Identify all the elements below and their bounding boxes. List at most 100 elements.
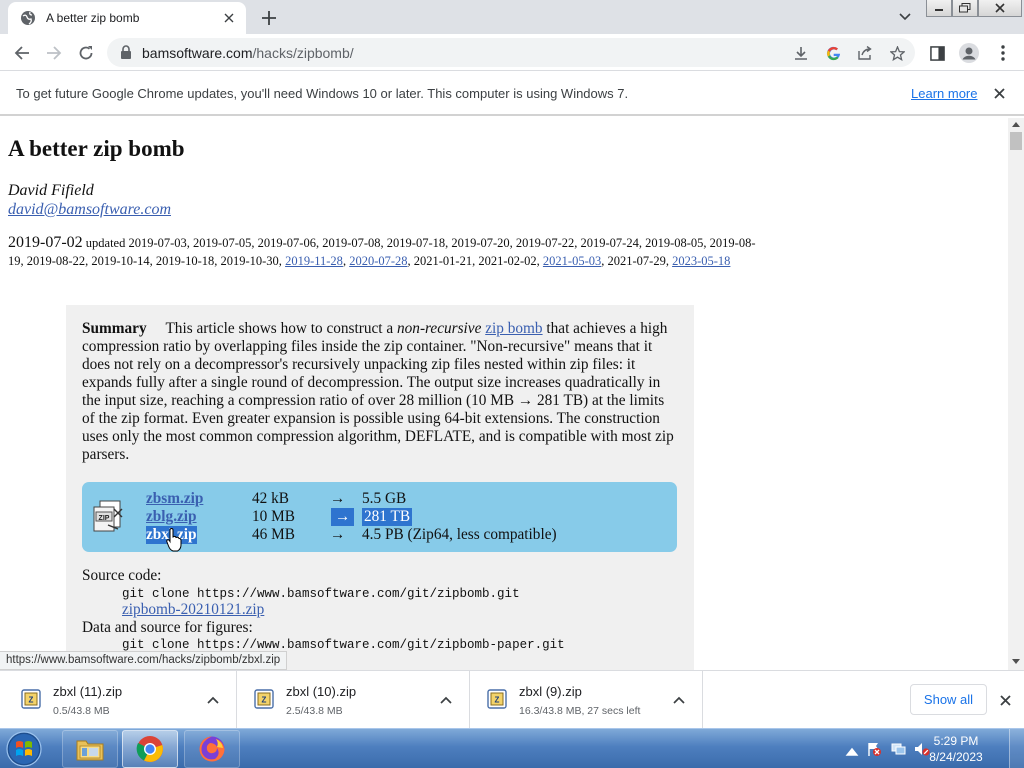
infobar-close-icon[interactable]	[990, 84, 1008, 102]
zip-file-link[interactable]: zbsm.zip	[146, 490, 203, 508]
zip-file-row: zblg.zip 10 MB → 281 TB	[146, 508, 626, 526]
zip-file-row: zbxl.zip 46 MB → 4.5 PB (Zip64, less com…	[146, 526, 626, 544]
zip-file-row: zbsm.zip 42 kB → 5.5 GB	[146, 490, 626, 508]
tab-search-chevron-icon[interactable]	[895, 7, 915, 27]
uncompressed-size: 4.5 PB (Zip64, less compatible)	[362, 526, 557, 543]
chrome-icon	[136, 736, 163, 762]
update-date-link[interactable]: 2021-05-03	[543, 254, 601, 268]
address-bar[interactable]: bamsoftware.com/hacks/zipbomb/	[107, 38, 915, 67]
page-content[interactable]: A better zip bomb David Fifield david@ba…	[0, 118, 1008, 670]
download-item[interactable]: Z zbxl (9).zip 16.3/43.8 MB, 27 secs lef…	[470, 671, 703, 729]
taskbar-chrome[interactable]	[122, 730, 178, 768]
learn-more-link[interactable]: Learn more	[911, 86, 977, 101]
side-panel-icon[interactable]	[926, 42, 948, 64]
show-desktop-button[interactable]	[1009, 729, 1024, 768]
download-filename: zbxl (10).zip	[286, 684, 357, 699]
summary-paragraph: Summary This article shows how to constr…	[82, 320, 678, 464]
tab-active[interactable]: A better zip bomb	[8, 2, 246, 34]
scrollbar-thumb[interactable]	[1010, 132, 1022, 150]
arrow: →	[331, 508, 355, 526]
hand-cursor-icon	[166, 528, 182, 552]
windows-start-icon[interactable]	[4, 730, 44, 768]
update-date-link[interactable]: 2020-07-28	[349, 254, 407, 268]
reload-button[interactable]	[74, 41, 98, 65]
publication-dates: 2019-07-02 updated 2019-07-03, 2019-07-0…	[8, 234, 756, 268]
pub-date: 2019-07-02	[8, 234, 83, 251]
browser-toolbar: bamsoftware.com/hacks/zipbomb/	[0, 34, 1024, 71]
uncompressed-size: 5.5 GB	[362, 490, 407, 507]
download-item[interactable]: Z zbxl (10).zip 2.5/43.8 MB	[237, 671, 470, 729]
link-status-bubble: https://www.bamsoftware.com/hacks/zipbom…	[0, 651, 288, 670]
summary-text: that achieves a high compression ratio b…	[82, 320, 674, 463]
clock-date: 8/24/2023	[929, 750, 983, 764]
google-translate-icon[interactable]	[823, 43, 843, 63]
firefox-icon	[199, 736, 225, 762]
folder-icon	[76, 740, 104, 761]
action-center-flag-icon[interactable]	[866, 741, 882, 757]
menu-kebab-icon[interactable]	[992, 42, 1014, 64]
zip-bomb-link[interactable]: zip bomb	[485, 320, 542, 337]
taskbar-firefox[interactable]	[184, 730, 240, 768]
update-date-link[interactable]: 2019-11-28	[285, 254, 343, 268]
restore-button[interactable]	[952, 0, 978, 17]
download-status: 16.3/43.8 MB, 27 secs left	[519, 705, 641, 717]
download-icon[interactable]	[791, 43, 811, 63]
window-controls	[926, 0, 1022, 18]
globe-icon	[21, 11, 35, 25]
summary-label: Summary	[82, 320, 147, 337]
summary-emphasis: non-recursive	[397, 320, 482, 337]
update-date-link[interactable]: 2023-05-18	[672, 254, 730, 268]
back-button[interactable]	[10, 41, 34, 65]
taskbar-explorer[interactable]	[62, 730, 118, 768]
url-domain: bamsoftware.com	[142, 45, 253, 61]
url-text[interactable]: bamsoftware.com/hacks/zipbomb/	[142, 45, 354, 61]
profile-avatar-icon[interactable]	[958, 42, 980, 64]
svg-text:Z: Z	[495, 696, 500, 705]
figures-label: Data and source for figures:	[82, 619, 253, 636]
url-path: /hacks/zipbomb/	[252, 45, 354, 61]
windows-taskbar: 5:29 PM 8/24/2023	[0, 728, 1024, 768]
taskbar-clock[interactable]: 5:29 PM 8/24/2023	[918, 733, 994, 765]
download-filename: zbxl (11).zip	[53, 684, 123, 699]
share-icon[interactable]	[855, 43, 875, 63]
updated-dates: , 2021-01-21, 2021-02-02,	[407, 254, 540, 268]
new-tab-button[interactable]	[258, 7, 280, 29]
chevron-up-icon[interactable]	[672, 693, 686, 707]
forward-button[interactable]	[42, 41, 66, 65]
compressed-size: 46 MB	[252, 526, 295, 543]
figures-git-command: git clone https://www.bamsoftware.com/gi…	[122, 638, 565, 652]
shelf-close-icon[interactable]	[996, 691, 1014, 709]
minimize-button[interactable]	[926, 0, 952, 17]
tab-close-icon[interactable]	[218, 7, 240, 29]
download-status: 2.5/43.8 MB	[286, 705, 343, 717]
download-item[interactable]: Z zbxl (11).zip 0.5/43.8 MB	[4, 671, 237, 729]
scroll-up-arrow-icon[interactable]	[1012, 122, 1020, 127]
summary-box: Summary This article shows how to constr…	[66, 305, 694, 670]
source-zip-link[interactable]: zipbomb-20210121.zip	[122, 601, 264, 619]
show-all-button[interactable]: Show all	[910, 684, 987, 715]
show-hidden-icons-arrow-icon[interactable]	[844, 743, 860, 759]
zip-file-icon: Z	[21, 689, 41, 709]
chevron-up-icon[interactable]	[206, 693, 220, 707]
scroll-down-arrow-icon[interactable]	[1012, 659, 1020, 664]
download-shelf: Z zbxl (11).zip 0.5/43.8 MB Z zbxl (10).…	[0, 670, 1024, 729]
lock-icon[interactable]	[119, 45, 133, 59]
summary-text: This article shows how to construct a	[165, 320, 394, 337]
close-window-button[interactable]	[978, 0, 1022, 17]
infobar-message: To get future Google Chrome updates, you…	[16, 86, 629, 101]
author-email-link[interactable]: david@bamsoftware.com	[8, 201, 171, 219]
svg-text:ZIP: ZIP	[99, 515, 110, 522]
svg-text:Z: Z	[29, 696, 34, 705]
compressed-size: 42 kB	[252, 490, 289, 507]
tab-strip: A better zip bomb	[0, 0, 1024, 34]
updated-label: updated	[85, 236, 126, 250]
arrow: →	[330, 526, 346, 543]
zip-file-link[interactable]: zblg.zip	[146, 508, 197, 526]
chevron-up-icon[interactable]	[439, 693, 453, 707]
bookmark-star-icon[interactable]	[887, 43, 907, 63]
arrow: →	[330, 490, 346, 507]
updated-dates: , 2021-07-29,	[601, 254, 669, 268]
vertical-scrollbar[interactable]	[1008, 118, 1024, 670]
network-icon[interactable]	[890, 741, 906, 757]
author-name: David Fifield	[8, 182, 94, 199]
